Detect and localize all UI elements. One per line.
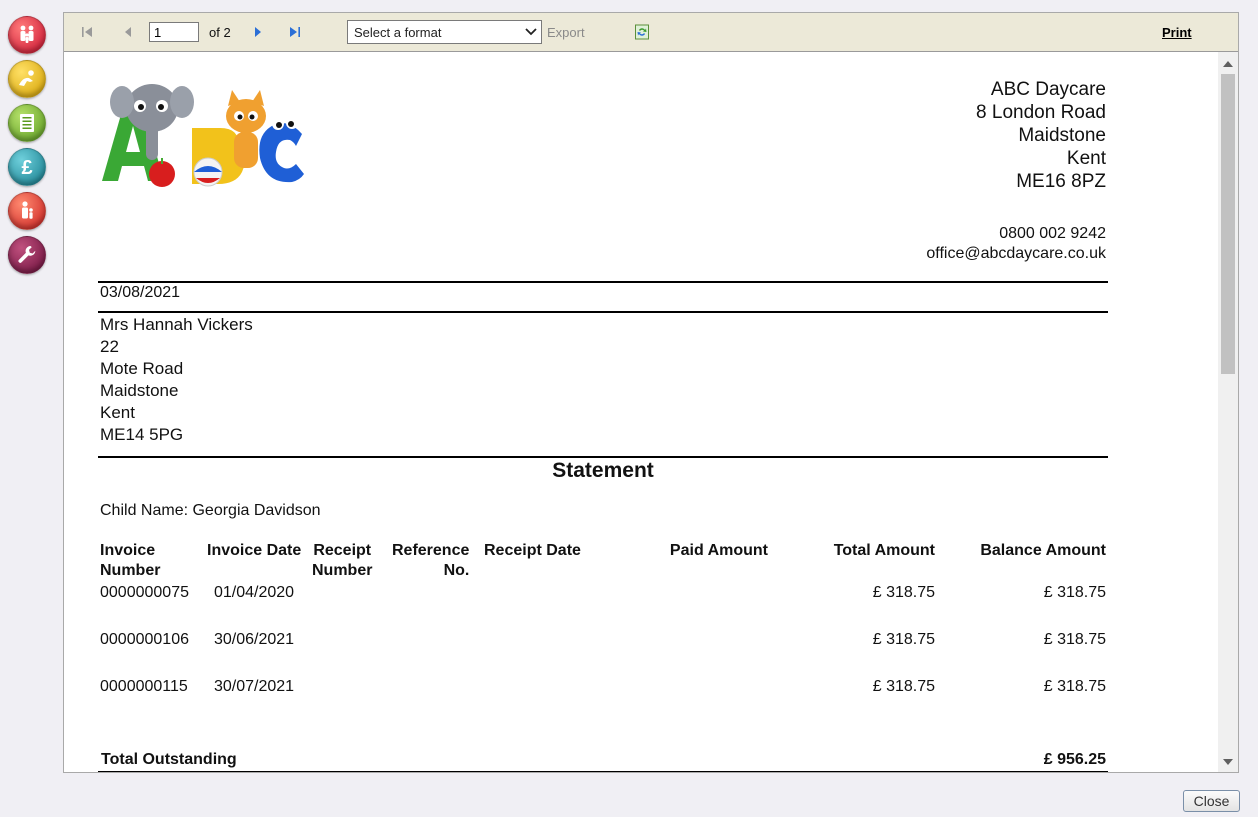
statement-date: 03/08/2021 [100, 284, 181, 301]
export-link[interactable]: Export [547, 13, 585, 51]
nav-children-button[interactable] [8, 60, 46, 98]
company-phone: 0800 002 9242 [999, 225, 1106, 242]
header-total-amount: Total Amount [833, 542, 935, 559]
balance-amount-cell: £ 318.75 [1043, 584, 1106, 601]
scroll-thumb[interactable] [1221, 74, 1235, 374]
balance-amount-cell: £ 318.75 [1043, 631, 1106, 648]
close-button[interactable]: Close [1183, 790, 1240, 812]
header-invoice-number-line2: Number [100, 562, 161, 579]
recipient-town: Maidstone [100, 381, 179, 400]
header-reference-no-line2: No. [443, 562, 470, 579]
company-address: ABC Daycare 8 London Road Maidstone Kent… [976, 78, 1106, 193]
export-format-select[interactable]: Select a format [347, 20, 542, 44]
header-invoice-number-line1: Invoice [100, 542, 156, 559]
company-email: office@abcdaycare.co.uk [926, 245, 1106, 262]
child-name: Child Name: Georgia Davidson [100, 502, 321, 519]
recipient-house: 22 [100, 337, 119, 356]
scroll-down-icon[interactable] [1223, 759, 1233, 765]
header-receipt-number-line2: Number [312, 562, 373, 579]
recipient-address: Mrs Hannah Vickers 22 Mote Road Maidston… [100, 314, 253, 446]
page-count-label: of 2 [209, 24, 231, 40]
last-page-icon [290, 27, 300, 37]
divider [98, 311, 1108, 313]
header-reference-no-line1: Reference [392, 542, 470, 559]
divider [98, 281, 1108, 283]
invoice-date-cell: 01/04/2020 [214, 584, 295, 601]
next-page-button[interactable] [250, 13, 266, 51]
header-invoice-date: Invoice Date [207, 542, 302, 559]
header-invoice-number: Invoice Number [100, 541, 160, 581]
header-receipt-number-line1: Receipt [313, 542, 372, 559]
company-contact: 0800 002 9242 office@abcdaycare.co.uk [926, 224, 1106, 264]
nav-register-button[interactable] [8, 104, 46, 142]
format-select-value: Select a format [354, 24, 442, 40]
recipient-postcode: ME14 5PG [100, 425, 184, 444]
print-link[interactable]: Print [1162, 13, 1192, 51]
recipient-name: Mrs Hannah Vickers [100, 315, 253, 334]
nav-staff-button[interactable] [8, 192, 46, 230]
left-nav: £ [8, 16, 46, 280]
company-address-line1: 8 London Road [976, 102, 1106, 123]
invoice-number-cell: 0000000115 [100, 678, 188, 695]
divider [98, 456, 1108, 458]
nav-families-button[interactable] [8, 16, 46, 54]
header-balance-amount: Balance Amount [980, 542, 1106, 559]
company-county: Kent [1066, 148, 1106, 169]
invoice-number-cell: 0000000075 [100, 584, 189, 601]
child-play-icon [19, 70, 34, 86]
next-page-icon [255, 27, 261, 37]
company-name: ABC Daycare [990, 79, 1106, 100]
register-list-icon [20, 114, 34, 132]
pound-icon: £ [21, 157, 32, 179]
report-viewer: of 2 Select a format Export [63, 12, 1239, 773]
total-amount-cell: £ 318.75 [872, 678, 935, 695]
vertical-scrollbar[interactable] [1218, 52, 1238, 772]
report-toolbar: of 2 Select a format Export [64, 13, 1238, 52]
invoice-date-cell: 30/07/2021 [214, 678, 295, 695]
invoice-date-cell: 30/06/2021 [214, 631, 295, 648]
chevron-down-icon [525, 28, 537, 36]
header-paid-amount: Paid Amount [669, 542, 768, 559]
svg-text:£: £ [21, 157, 32, 179]
header-reference-no: Reference No. [392, 541, 469, 581]
wrench-icon [18, 246, 36, 263]
header-receipt-date: Receipt Date [484, 542, 581, 559]
total-amount-cell: £ 318.75 [872, 631, 935, 648]
refresh-button[interactable] [634, 13, 650, 51]
divider [98, 771, 1108, 772]
total-outstanding-value: £ 956.25 [1043, 751, 1106, 768]
company-town: Maidstone [1018, 125, 1106, 146]
family-icon [20, 25, 34, 43]
total-outstanding-label: Total Outstanding [101, 751, 237, 768]
report-page: ABC Daycare 8 London Road Maidstone Kent… [64, 52, 1218, 772]
company-postcode: ME16 8PZ [1016, 171, 1106, 192]
page-number-input[interactable] [149, 22, 199, 42]
header-receipt-number: Receipt Number [312, 541, 372, 581]
last-page-button[interactable] [287, 13, 303, 51]
invoice-number-cell: 0000000106 [100, 631, 189, 648]
recipient-county: Kent [100, 403, 135, 422]
scroll-up-icon[interactable] [1223, 61, 1233, 67]
nav-settings-button[interactable] [8, 236, 46, 274]
recipient-street: Mote Road [100, 359, 184, 378]
first-page-icon [82, 27, 92, 37]
total-amount-cell: £ 318.75 [872, 584, 935, 601]
first-page-button[interactable] [79, 13, 95, 51]
staff-icon [22, 201, 33, 219]
nav-finance-button[interactable]: £ [8, 148, 46, 186]
previous-page-icon [125, 27, 131, 37]
balance-amount-cell: £ 318.75 [1043, 678, 1106, 695]
refresh-icon [635, 24, 649, 40]
statement-title: Statement [552, 459, 654, 482]
previous-page-button[interactable] [120, 13, 136, 51]
abc-daycare-logo [102, 84, 304, 187]
